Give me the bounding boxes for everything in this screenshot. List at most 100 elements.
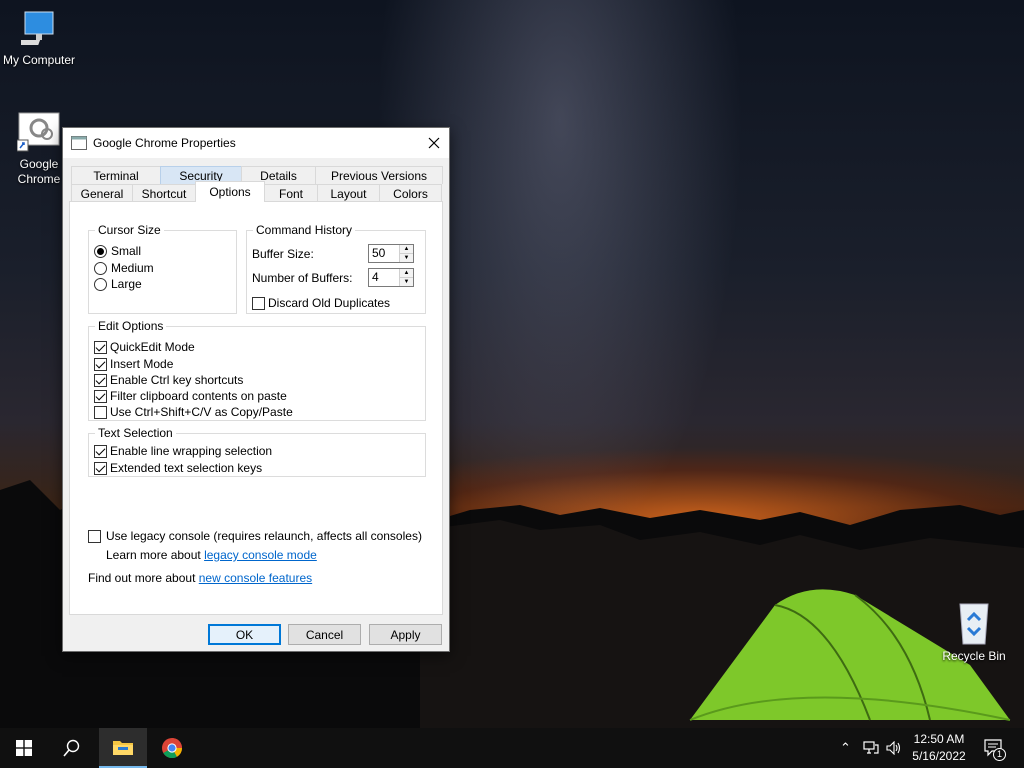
spin-up-icon[interactable]: ▲ (400, 245, 413, 253)
find-out-text: Find out more about (88, 571, 196, 585)
tab-terminal[interactable]: Terminal (71, 166, 161, 184)
desktop-icon-recycle-bin[interactable]: Recycle Bin (936, 600, 1012, 664)
dialog-titlebar[interactable]: Google Chrome Properties (63, 128, 449, 158)
command-history-group: Command History Buffer Size: 50 ▲ ▼ Numbe… (246, 223, 426, 314)
apply-button[interactable]: Apply (369, 624, 442, 645)
tab-options[interactable]: Options (195, 181, 265, 202)
buffer-size-spinner[interactable]: 50 ▲ ▼ (368, 244, 414, 263)
close-button[interactable] (419, 128, 449, 158)
close-icon (428, 137, 440, 149)
desktop-icon-label: Google Chrome (17, 157, 61, 186)
spin-up-icon[interactable]: ▲ (400, 269, 413, 277)
tab-row-front: General Shortcut Options Font Layout Col… (71, 181, 442, 202)
chrome-taskbar-button[interactable] (148, 728, 196, 768)
checkbox-ctrl-shift-cv[interactable]: Use Ctrl+Shift+C/V as Copy/Paste (94, 405, 293, 419)
tab-previous-versions[interactable]: Previous Versions (315, 166, 443, 184)
checkbox-label: Enable line wrapping selection (110, 444, 273, 458)
checkbox-legacy-console[interactable]: Use legacy console (requires relaunch, a… (88, 529, 422, 543)
checkbox-indicator (94, 389, 107, 403)
network-icon[interactable] (863, 741, 879, 755)
buffer-size-label: Buffer Size: (252, 247, 314, 261)
edit-options-label: Edit Options (95, 319, 167, 333)
show-hidden-icons-icon[interactable]: ⌃ (840, 740, 851, 756)
dialog-title: Google Chrome Properties (93, 136, 236, 150)
checkbox-label: Filter clipboard contents on paste (110, 389, 287, 403)
desktop-icon-label: My Computer (2, 53, 76, 67)
checkbox-label: QuickEdit Mode (110, 340, 195, 354)
checkbox-indicator (94, 405, 107, 419)
num-buffers-spinner[interactable]: 4 ▲ ▼ (368, 268, 414, 287)
radio-large[interactable]: Large (94, 277, 142, 291)
new-console-features-link[interactable]: new console features (199, 571, 312, 585)
radio-medium-label: Medium (111, 261, 154, 275)
tab-layout[interactable]: Layout (317, 184, 380, 202)
checkbox-label: Extended text selection keys (110, 461, 263, 475)
radio-selected-indicator (94, 244, 107, 258)
cursor-size-group: Cursor Size Small Medium Large (88, 223, 237, 314)
file-explorer-taskbar-button[interactable] (99, 728, 147, 768)
tab-general[interactable]: General (71, 184, 133, 202)
spin-down-icon[interactable]: ▼ (400, 253, 413, 262)
checkbox-ctrl-shortcuts[interactable]: Enable Ctrl key shortcuts (94, 373, 243, 387)
chrome-shortcut-icon (17, 112, 60, 152)
discard-duplicates-checkbox[interactable]: Discard Old Duplicates (252, 296, 390, 310)
discard-duplicates-label: Discard Old Duplicates (268, 296, 391, 310)
checkbox-extended-keys[interactable]: Extended text selection keys (94, 461, 262, 475)
checkbox-label: Insert Mode (110, 357, 174, 371)
recycle-bin-icon (959, 603, 989, 645)
desktop-icon-label: Recycle Bin (942, 649, 1006, 663)
search-button[interactable] (48, 728, 96, 768)
text-selection-label: Text Selection (95, 426, 176, 440)
radio-large-label: Large (111, 277, 142, 291)
tab-colors[interactable]: Colors (379, 184, 442, 202)
checkbox-filter-clipboard[interactable]: Filter clipboard contents on paste (94, 389, 287, 403)
spin-down-icon[interactable]: ▼ (400, 277, 413, 286)
command-history-label: Command History (253, 223, 356, 237)
desktop-icon-my-computer[interactable]: My Computer (1, 10, 77, 68)
checkbox-indicator (252, 296, 265, 310)
start-button[interactable] (0, 728, 48, 768)
checkbox-indicator (94, 444, 107, 458)
radio-small[interactable]: Small (94, 244, 141, 258)
clock-date: 5/16/2022 (912, 749, 966, 763)
edit-options-group: Edit Options QuickEdit Mode Insert Mode … (88, 319, 426, 421)
checkbox-indicator (94, 461, 107, 475)
checkbox-label: Use Ctrl+Shift+C/V as Copy/Paste (110, 405, 293, 419)
action-center-button[interactable]: 1 (978, 728, 1010, 768)
num-buffers-label: Number of Buffers: (252, 271, 353, 285)
volume-icon[interactable] (886, 741, 902, 755)
options-panel: Cursor Size Small Medium Large Command H… (69, 201, 443, 615)
checkbox-line-wrapping[interactable]: Enable line wrapping selection (94, 444, 272, 458)
console-app-icon (71, 136, 87, 150)
checkbox-indicator (94, 357, 107, 371)
radio-indicator (94, 261, 107, 275)
notification-badge: 1 (993, 748, 1006, 761)
radio-small-label: Small (111, 244, 142, 258)
checkbox-insert-mode[interactable]: Insert Mode (94, 357, 173, 371)
tab-shortcut[interactable]: Shortcut (132, 184, 196, 202)
checkbox-quickedit[interactable]: QuickEdit Mode (94, 340, 195, 354)
radio-medium[interactable]: Medium (94, 261, 154, 275)
monitor-icon (21, 11, 54, 45)
checkbox-indicator (94, 340, 107, 354)
search-icon (63, 739, 80, 757)
properties-dialog: Google Chrome Properties Terminal Securi… (62, 127, 450, 652)
checkbox-indicator (94, 373, 107, 387)
text-selection-group: Text Selection Enable line wrapping sele… (88, 426, 426, 477)
learn-more-line: Learn more about legacy console mode (106, 548, 317, 562)
ok-button[interactable]: OK (208, 624, 281, 645)
taskbar-clock[interactable]: 12:50 AM 5/16/2022 (904, 731, 974, 765)
num-buffers-value[interactable]: 4 (369, 269, 399, 286)
learn-more-text: Learn more about (106, 548, 201, 562)
chrome-icon (162, 738, 183, 759)
legacy-console-label: Use legacy console (requires relaunch, a… (106, 529, 422, 543)
cursor-size-label: Cursor Size (95, 223, 164, 237)
radio-indicator (94, 277, 107, 291)
folder-icon (113, 741, 133, 755)
legacy-console-link[interactable]: legacy console mode (204, 548, 317, 562)
checkbox-label: Enable Ctrl key shortcuts (110, 373, 244, 387)
buffer-size-value[interactable]: 50 (369, 245, 399, 262)
tab-font[interactable]: Font (264, 184, 318, 202)
find-out-line: Find out more about new console features (88, 571, 312, 585)
cancel-button[interactable]: Cancel (288, 624, 361, 645)
